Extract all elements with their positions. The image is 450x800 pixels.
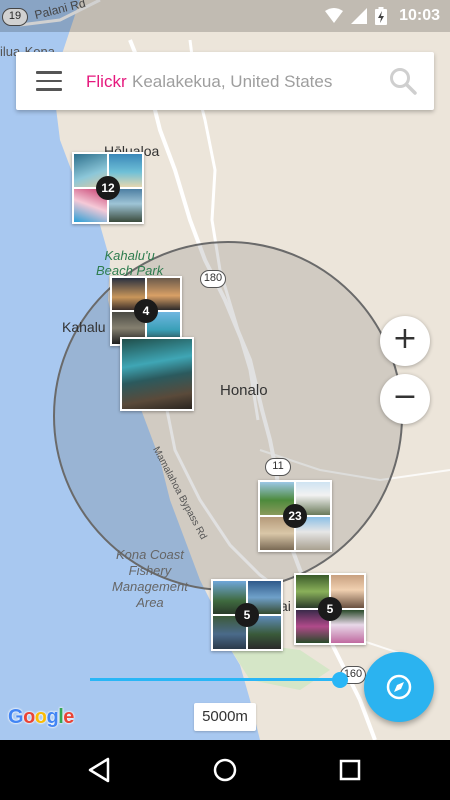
- photo-thumbnail[interactable]: [120, 337, 194, 411]
- cluster-count-badge: 4: [134, 299, 158, 323]
- search-input[interactable]: Kealakekua, United States: [132, 72, 332, 92]
- route-shield-180: 180: [200, 270, 226, 288]
- cluster-count-badge: 23: [283, 504, 307, 528]
- menu-icon[interactable]: [36, 71, 62, 91]
- photo-cluster[interactable]: 4: [110, 276, 182, 346]
- compass-icon: [386, 674, 412, 700]
- cluster-count-badge: 5: [318, 597, 342, 621]
- battery-charging-icon: [375, 7, 388, 25]
- wifi-icon: [325, 8, 344, 23]
- town-label-honalo: Honalo: [220, 382, 268, 399]
- google-logo: Google: [8, 706, 74, 728]
- slider-track: [90, 678, 340, 681]
- search-icon[interactable]: [388, 66, 418, 96]
- recents-icon[interactable]: [334, 754, 366, 786]
- cluster-count-badge: 5: [235, 603, 259, 627]
- screen: Palani Rd ilua-Kona Hōlualoa Kahalu'u Be…: [0, 0, 450, 800]
- zoom-out-button[interactable]: −: [380, 374, 430, 424]
- app-brand: Flickr: [86, 72, 127, 91]
- back-icon[interactable]: [84, 754, 116, 786]
- park-label-kahaluu: Kahalu'u Beach Park: [96, 248, 164, 278]
- photo-cluster[interactable]: 5: [211, 579, 283, 651]
- town-label-kahaluu: Kahalu: [62, 319, 106, 335]
- photo-cluster[interactable]: 23: [258, 480, 332, 552]
- route-shield-11: 11: [265, 458, 291, 476]
- area-label-kona-coast: Kona Coast Fishery Management Area: [112, 547, 188, 610]
- search-bar[interactable]: Flickr Kealakekua, United States: [16, 52, 434, 110]
- radius-slider[interactable]: [90, 668, 352, 692]
- navigation-bar: [0, 740, 450, 800]
- photo-cluster[interactable]: 12: [72, 152, 144, 224]
- photo-cluster[interactable]: 5: [294, 573, 366, 645]
- cell-signal-icon: [351, 8, 368, 24]
- slider-thumb[interactable]: [332, 672, 348, 688]
- home-icon[interactable]: [209, 754, 241, 786]
- clock: 10:03: [399, 7, 440, 24]
- radius-label: 5000m: [194, 703, 256, 731]
- status-bar: 10:03: [0, 0, 450, 32]
- zoom-in-button[interactable]: +: [380, 316, 430, 366]
- my-location-button[interactable]: [364, 652, 434, 722]
- map-view[interactable]: Palani Rd ilua-Kona Hōlualoa Kahalu'u Be…: [0, 0, 450, 740]
- cluster-count-badge: 12: [96, 176, 120, 200]
